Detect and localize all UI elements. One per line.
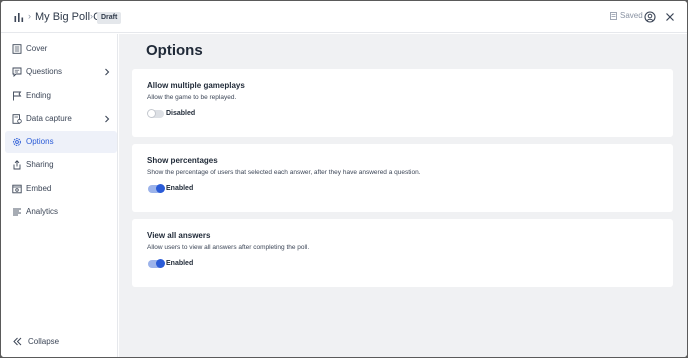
breadcrumb-separator: › — [90, 11, 93, 21]
sidebar-item-questions[interactable]: Questions — [5, 61, 117, 83]
document-icon — [12, 44, 22, 54]
top-bar: › My Big Poll Card › Draft Saved — [1, 1, 687, 33]
data-capture-icon — [12, 114, 22, 124]
sidebar-item-label: Data capture — [26, 114, 72, 123]
chevron-right-icon[interactable] — [104, 67, 110, 77]
close-icon[interactable] — [664, 11, 676, 23]
sidebar-item-label: Embed — [26, 184, 52, 193]
sidebar-item-label: Questions — [26, 67, 63, 76]
option-card-view-all-answers: View all answers Allow users to view all… — [132, 219, 673, 287]
sidebar-item-analytics[interactable]: Analytics — [5, 201, 117, 223]
chat-icon — [12, 67, 22, 77]
breadcrumb-separator: › — [28, 11, 31, 21]
sidebar-item-label: Cover — [26, 44, 48, 53]
toggle-state-label: Enabled — [166, 260, 194, 267]
option-title: View all answers — [147, 231, 211, 240]
page-title: Options — [146, 42, 203, 59]
option-card-multiple-gameplays: Allow multiple gameplays Allow the game … — [132, 69, 673, 137]
option-card-show-percentages: Show percentages Show the percentage of … — [132, 144, 673, 212]
save-icon — [610, 11, 617, 20]
sidebar-item-embed[interactable]: Embed — [5, 178, 117, 200]
sidebar-item-sharing[interactable]: Sharing — [5, 154, 117, 176]
collapse-button[interactable]: Collapse — [11, 334, 71, 348]
bar-chart-icon[interactable] — [14, 12, 24, 22]
toggle-knob — [156, 259, 165, 268]
toggle-switch[interactable] — [147, 109, 164, 118]
sidebar-item-label: Options — [26, 137, 54, 146]
option-description: Allow the game to be replayed. — [147, 94, 237, 101]
sidebar-item-options[interactable]: Options — [5, 131, 117, 153]
toggle-switch[interactable] — [148, 184, 165, 193]
toggle-knob — [156, 184, 165, 193]
option-description: Allow users to view all answers after co… — [147, 244, 310, 251]
sidebar-item-cover[interactable]: Cover — [5, 38, 117, 60]
toggle-switch[interactable] — [148, 259, 165, 268]
chevrons-left-icon — [13, 337, 22, 346]
flag-icon — [13, 91, 22, 101]
analytics-icon — [13, 208, 21, 216]
status-badge: Draft — [97, 12, 122, 24]
sidebar-item-label: Ending — [26, 91, 51, 100]
option-title: Show percentages — [147, 156, 218, 165]
user-circle-icon[interactable] — [644, 11, 656, 23]
sidebar-item-label: Analytics — [26, 207, 59, 216]
toggle-state-label: Disabled — [166, 110, 196, 117]
save-status: Saved — [610, 11, 643, 20]
sidebar: Cover Questions Ending Data capture Opti… — [1, 34, 118, 357]
collapse-label: Collapse — [28, 337, 60, 346]
sidebar-item-data-capture[interactable]: Data capture — [5, 108, 117, 130]
toggle-state-label: Enabled — [166, 185, 194, 192]
share-icon — [13, 160, 21, 170]
app-window: › My Big Poll Card › Draft Saved Cover Q… — [1, 1, 687, 357]
saved-label: Saved — [620, 11, 643, 20]
embed-icon — [12, 184, 22, 194]
option-description: Show the percentage of users that select… — [147, 169, 421, 176]
sidebar-item-ending[interactable]: Ending — [5, 85, 117, 107]
chevron-right-icon[interactable] — [104, 114, 110, 124]
main-content: Options Allow multiple gameplays Allow t… — [119, 34, 687, 357]
option-title: Allow multiple gameplays — [147, 81, 245, 90]
gear-icon — [13, 138, 21, 146]
sidebar-item-label: Sharing — [26, 160, 54, 169]
toggle-knob — [147, 109, 156, 118]
